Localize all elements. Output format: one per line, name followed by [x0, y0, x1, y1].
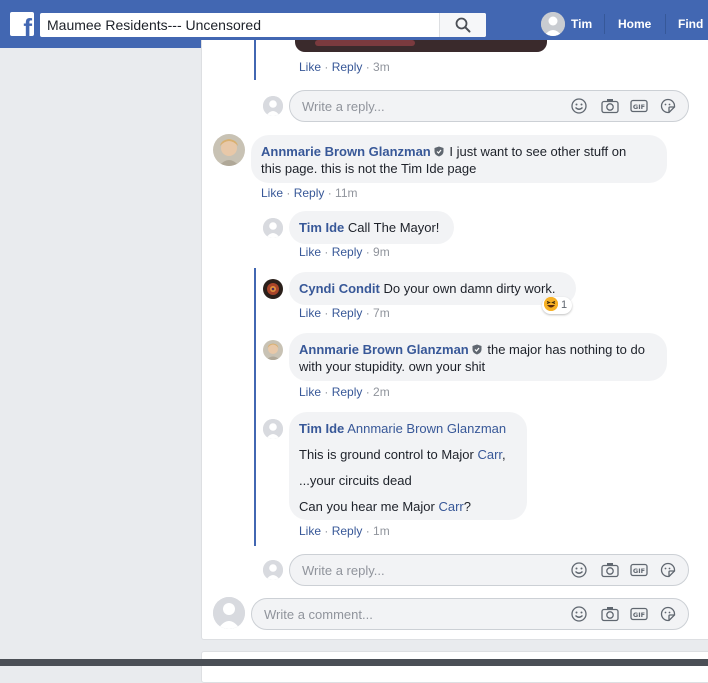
- comment-time: 11m: [335, 186, 358, 200]
- like-link[interactable]: Like: [299, 385, 321, 399]
- camera-icon[interactable]: [601, 98, 619, 114]
- shield-icon: [472, 344, 482, 355]
- facebook-logo-icon[interactable]: f: [10, 12, 34, 36]
- avatar: [263, 560, 283, 580]
- mention-link[interactable]: Carr: [438, 499, 463, 514]
- reply-thread-line: [254, 268, 256, 546]
- shield-icon: [434, 146, 444, 157]
- comment-bubble: Annmarie Brown Glanzman I just want to s…: [251, 135, 667, 183]
- gif-icon[interactable]: GIF: [630, 98, 649, 114]
- sticker-icon[interactable]: [660, 98, 678, 114]
- avatar[interactable]: [263, 218, 283, 238]
- comment-text: this page. this is not the Tim Ide page: [261, 161, 477, 176]
- emoji-icon[interactable]: [571, 98, 589, 114]
- comment-bubble: Annmarie Brown Glanzman the major has no…: [289, 333, 667, 381]
- comment-author[interactable]: Annmarie Brown Glanzman: [299, 342, 469, 357]
- comment-text: with your stupidity. own your shit: [299, 359, 486, 374]
- comment-image[interactable]: [295, 40, 547, 52]
- comment-text: ...your circuits dead: [299, 473, 412, 488]
- like-link[interactable]: Like: [261, 186, 283, 200]
- comment-text: ,: [502, 447, 506, 462]
- comment-author[interactable]: Tim Ide: [299, 421, 344, 436]
- search-button[interactable]: [439, 13, 486, 37]
- reply-input[interactable]: [302, 555, 542, 585]
- comment-author[interactable]: Annmarie Brown Glanzman: [261, 144, 431, 159]
- comment-text: the major has nothing to do: [487, 342, 645, 357]
- sticker-icon[interactable]: [660, 606, 678, 622]
- like-link[interactable]: Like: [299, 245, 321, 259]
- comment-actions: Like · Reply · 11m: [261, 186, 358, 200]
- camera-icon[interactable]: [601, 606, 619, 622]
- comment-time: 1m: [373, 524, 390, 538]
- comment-actions: Like · Reply · 9m: [299, 245, 390, 259]
- mention-link[interactable]: Annmarie Brown Glanzman: [347, 421, 506, 436]
- camera-icon[interactable]: [601, 562, 619, 578]
- comment-actions: Like · Reply · 1m: [299, 524, 390, 538]
- mention-link[interactable]: Carr: [477, 447, 502, 462]
- comment-text: Call The Mayor!: [347, 220, 440, 235]
- next-post-card: [201, 651, 708, 683]
- reply-box: GIF: [289, 554, 689, 586]
- reply-link[interactable]: Reply: [294, 186, 325, 200]
- reply-link[interactable]: Reply: [332, 385, 363, 399]
- nav-find-link[interactable]: Find: [678, 17, 703, 31]
- comment-input[interactable]: [264, 599, 504, 629]
- reply-thread-line: [254, 40, 256, 80]
- avatar[interactable]: [263, 419, 283, 439]
- nav-divider: [604, 14, 605, 34]
- comment-text: Can you hear me Major: [299, 499, 439, 514]
- svg-text:GIF: GIF: [633, 611, 645, 619]
- comment-text: ?: [463, 499, 471, 514]
- search-bar: [40, 13, 486, 37]
- search-input[interactable]: [40, 13, 436, 37]
- avatar[interactable]: [263, 279, 283, 299]
- nav-home-link[interactable]: Home: [618, 17, 651, 31]
- reply-link[interactable]: Reply: [332, 60, 363, 74]
- haha-reaction-icon: [544, 297, 558, 311]
- gif-icon[interactable]: GIF: [630, 562, 649, 578]
- avatar[interactable]: [263, 340, 283, 360]
- avatar[interactable]: [213, 134, 245, 166]
- comment-time: 9m: [373, 245, 390, 259]
- emoji-icon[interactable]: [571, 606, 589, 622]
- comment-time: 3m: [373, 60, 390, 74]
- comment-actions: Like · Reply · 3m: [299, 60, 390, 74]
- gif-icon[interactable]: GIF: [630, 606, 649, 622]
- bottom-chat-bar: [0, 659, 708, 666]
- comment-bubble: Tim Ide Call The Mayor!: [289, 211, 454, 244]
- nav-divider: [665, 14, 666, 34]
- reaction-badge[interactable]: 1: [542, 297, 573, 314]
- like-link[interactable]: Like: [299, 60, 321, 74]
- avatar: [213, 597, 245, 629]
- comment-actions: Like · Reply · 2m: [299, 385, 390, 399]
- comment-author[interactable]: Tim Ide: [299, 220, 344, 235]
- reply-link[interactable]: Reply: [332, 524, 363, 538]
- svg-text:GIF: GIF: [633, 103, 645, 111]
- reply-input[interactable]: [302, 91, 542, 121]
- comment-text: I just want to see other stuff on: [449, 144, 627, 159]
- comment-bubble: Cyndi Condit Do your own damn dirty work…: [289, 272, 576, 305]
- like-link[interactable]: Like: [299, 306, 321, 320]
- reply-link[interactable]: Reply: [332, 306, 363, 320]
- reply-link[interactable]: Reply: [332, 245, 363, 259]
- comment-author[interactable]: Cyndi Condit: [299, 281, 380, 296]
- like-link[interactable]: Like: [299, 524, 321, 538]
- sticker-icon[interactable]: [660, 562, 678, 578]
- profile-name[interactable]: Tim: [571, 17, 592, 31]
- avatar: [263, 96, 283, 116]
- comment-actions: Like · Reply · 7m: [299, 306, 390, 320]
- reaction-count: 1: [561, 299, 568, 311]
- reply-box: GIF: [289, 90, 689, 122]
- comment-time: 2m: [373, 385, 390, 399]
- comment-bubble: Tim Ide Annmarie Brown Glanzman This is …: [289, 412, 527, 520]
- svg-text:GIF: GIF: [633, 567, 645, 575]
- avatar: [541, 12, 565, 36]
- comment-time: 7m: [373, 306, 390, 320]
- emoji-icon[interactable]: [571, 562, 589, 578]
- comment-text: This is ground control to Major: [299, 447, 478, 462]
- comment-box: GIF: [251, 598, 689, 630]
- comment-text: Do your own damn dirty work.: [383, 281, 556, 296]
